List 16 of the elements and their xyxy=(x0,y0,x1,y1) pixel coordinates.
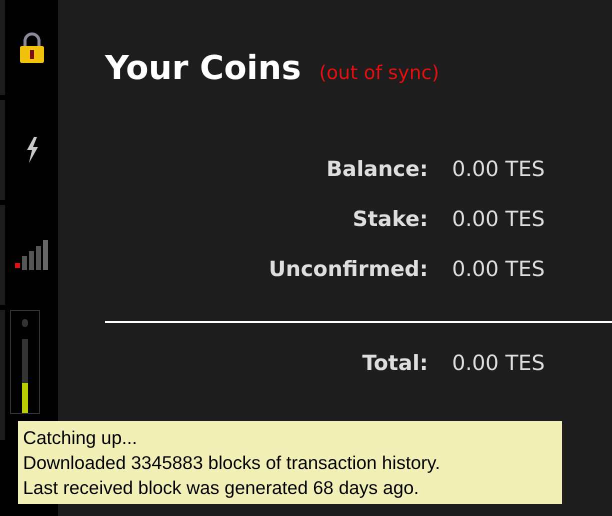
lightning-icon[interactable] xyxy=(24,137,38,163)
total-label: Total: xyxy=(361,351,428,375)
tooltip-line: Catching up... xyxy=(23,426,138,450)
balance-label: Balance: xyxy=(325,157,428,181)
page-title: Your Coins xyxy=(105,48,302,87)
balance-value: 0.00 TES xyxy=(452,157,545,181)
signal-bars-icon[interactable] xyxy=(14,240,48,270)
tooltip-line: Downloaded 3345883 blocks of transaction history. xyxy=(23,451,442,475)
balance-label: Unconfirmed: xyxy=(268,257,428,281)
total-value: 0.00 TES xyxy=(452,351,545,375)
lock-icon[interactable] xyxy=(18,32,44,64)
balance-label: Stake: xyxy=(352,207,428,231)
sync-status: (out of sync) xyxy=(319,62,440,84)
tooltip-line: Last received block was generated 68 days ago. xyxy=(23,476,420,500)
balance-value: 0.00 TES xyxy=(452,207,545,231)
balance-value: 0.00 TES xyxy=(452,257,545,281)
